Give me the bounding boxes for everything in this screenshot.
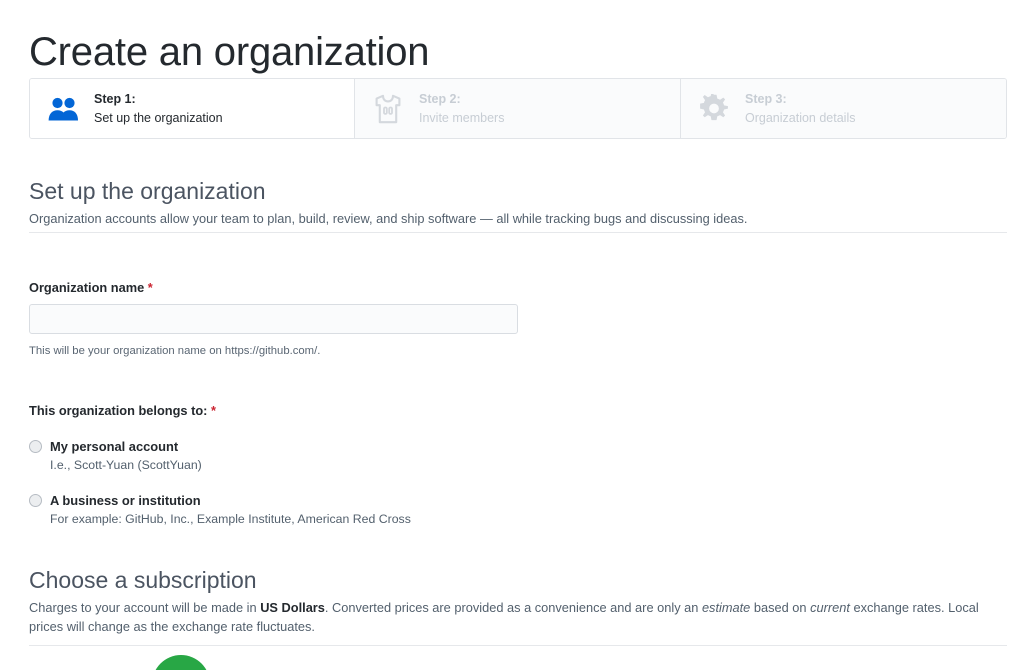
stepper-step-2-label: Step 2: xyxy=(419,91,461,106)
stepper: Step 1: Set up the organization Step 2: … xyxy=(29,78,1007,139)
setup-section-divider xyxy=(29,232,1007,233)
radio-personal-account[interactable] xyxy=(29,440,42,453)
stepper-step-2-desc: Invite members xyxy=(419,110,505,125)
subscription-desc-part1: Charges to your account will be made in xyxy=(29,600,261,615)
stepper-step-3-desc: Organization details xyxy=(745,110,856,125)
organization-name-label-text: Organization name xyxy=(29,280,145,295)
page-title: Create an organization xyxy=(29,29,430,74)
setup-section-title: Set up the organization xyxy=(29,178,266,204)
setup-section-description: Organization accounts allow your team to… xyxy=(29,211,748,226)
subscription-desc-currency: US Dollars xyxy=(260,600,325,615)
organization-name-help: This will be your organization name on h… xyxy=(29,345,321,357)
organization-name-input[interactable] xyxy=(29,304,518,334)
plan-icon-circle xyxy=(152,655,210,670)
subscription-desc-current: current xyxy=(810,600,850,615)
stepper-step-3-label: Step 3: xyxy=(745,91,787,106)
subscription-section-description: Charges to your account will be made in … xyxy=(29,598,1007,636)
belongs-to-label-text: This organization belongs to: xyxy=(29,403,208,418)
stepper-step-1-label: Step 1: xyxy=(94,91,136,106)
create-organization-page: Create an organization Step 1: Set up th… xyxy=(0,0,1014,670)
subscription-section-title: Choose a subscription xyxy=(29,567,257,593)
organization-name-label: Organization name * xyxy=(29,279,153,296)
gear-icon xyxy=(698,93,730,125)
belongs-to-label: This organization belongs to: * xyxy=(29,402,216,419)
stepper-step-2[interactable]: Step 2: Invite members xyxy=(355,79,681,138)
belongs-to-option-business[interactable]: A business or institution For example: G… xyxy=(29,492,629,528)
subscription-section-header: Choose a subscription Charges to your ac… xyxy=(29,565,1007,636)
organization-name-required-marker: * xyxy=(147,280,153,295)
radio-personal-account-subtitle: I.e., Scott-Yuan (ScottYuan) xyxy=(50,458,202,472)
subscription-desc-part3: based on xyxy=(750,600,811,615)
radio-business-institution-subtitle: For example: GitHub, Inc., Example Insti… xyxy=(50,512,411,526)
radio-business-institution[interactable] xyxy=(29,494,42,507)
jersey-icon xyxy=(372,93,404,125)
people-icon xyxy=(47,93,79,125)
subscription-desc-part2: . Converted prices are provided as a con… xyxy=(324,600,702,615)
belongs-to-required-marker: * xyxy=(211,403,216,418)
stepper-step-1[interactable]: Step 1: Set up the organization xyxy=(30,79,355,138)
subscription-desc-estimate: estimate xyxy=(701,600,751,615)
radio-personal-account-title: My personal account xyxy=(50,439,179,454)
belongs-to-option-personal[interactable]: My personal account I.e., Scott-Yuan (Sc… xyxy=(29,438,629,474)
setup-section-header: Set up the organization Organization acc… xyxy=(29,176,1007,228)
stepper-step-1-desc: Set up the organization xyxy=(94,110,223,125)
radio-business-institution-title: A business or institution xyxy=(50,493,201,508)
subscription-section-divider xyxy=(29,645,1007,646)
stepper-step-3[interactable]: Step 3: Organization details xyxy=(681,79,1006,138)
